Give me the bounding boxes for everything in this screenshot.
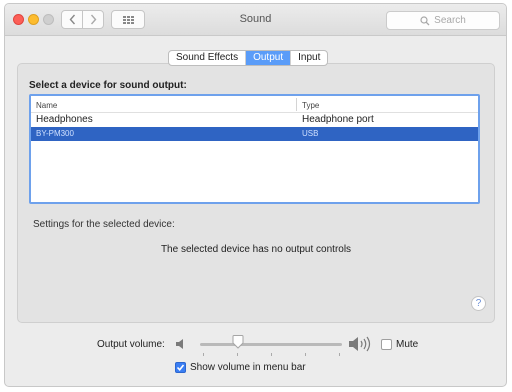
column-header-name[interactable]: Name <box>36 101 57 110</box>
speaker-high-icon <box>349 336 371 352</box>
show-volume-checkbox[interactable] <box>175 362 186 373</box>
volume-tick <box>271 353 272 356</box>
table-row-selected[interactable]: BY-PM300 USB <box>31 127 478 141</box>
output-device-table[interactable]: Name Type Headphones Headphone port BY-P… <box>29 94 480 204</box>
volume-tick <box>339 353 340 356</box>
tab-input[interactable]: Input <box>291 51 327 65</box>
column-divider <box>296 98 297 111</box>
settings-label: Settings for the selected device: <box>33 219 175 230</box>
mute-checkbox[interactable] <box>381 339 392 350</box>
device-name: Headphones <box>36 114 93 125</box>
search-field[interactable]: Search <box>386 11 500 30</box>
no-controls-message: The selected device has no output contro… <box>160 244 352 255</box>
volume-tick <box>203 353 204 356</box>
table-header: Name Type <box>31 96 478 113</box>
device-type: USB <box>302 129 319 138</box>
search-placeholder: Search <box>434 15 466 26</box>
device-name: BY-PM300 <box>36 129 74 138</box>
volume-tick <box>237 353 238 356</box>
search-icon <box>420 15 430 25</box>
device-list-heading: Select a device for sound output: <box>29 80 187 91</box>
volume-slider-thumb[interactable] <box>232 335 244 349</box>
table-row[interactable]: Headphones Headphone port <box>31 113 478 127</box>
tab-sound-effects[interactable]: Sound Effects <box>169 51 247 65</box>
show-volume-label[interactable]: Show volume in menu bar <box>190 362 306 373</box>
speaker-low-icon <box>176 339 183 349</box>
column-header-type[interactable]: Type <box>302 101 319 110</box>
tab-bar: Sound Effects Output Input <box>168 50 329 66</box>
output-volume-label: Output volume: <box>97 339 165 350</box>
title-bar: Sound Search <box>5 4 506 36</box>
device-type: Headphone port <box>302 114 374 125</box>
mute-label[interactable]: Mute <box>396 339 418 350</box>
help-button[interactable]: ? <box>471 296 486 311</box>
volume-slider-track[interactable] <box>200 343 342 346</box>
tab-output[interactable]: Output <box>246 51 292 65</box>
volume-tick <box>305 353 306 356</box>
checkmark-icon <box>176 364 185 372</box>
